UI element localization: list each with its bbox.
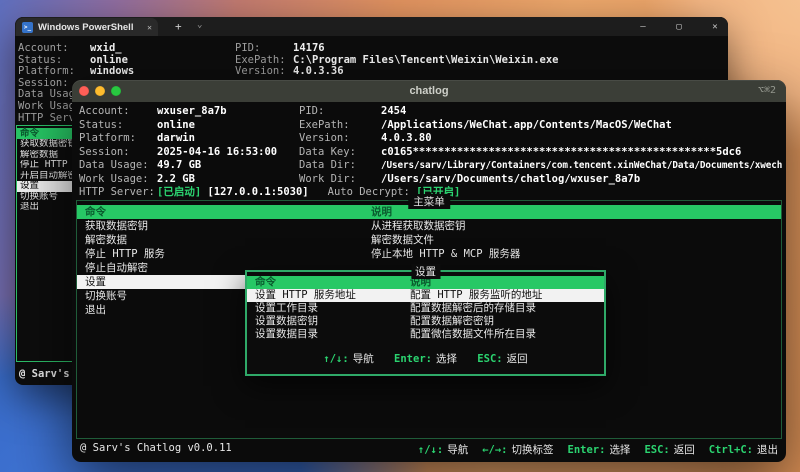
terminal-titlebar[interactable]: >_ Windows PowerShell ✕ + ⌄ — ▢ ✕ [15,17,728,36]
app-version-text: @ Sarv's Chatlog v0.0.11 [80,442,232,454]
window-title: chatlog [409,85,449,97]
http-started-badge: [已启动] [157,186,202,198]
main-menu-title: 主菜单 [408,194,450,209]
settings-dialog-title: 设置 [411,264,440,279]
chatlog-status-bar: @ Sarv's Chatlog v0.0.11 ↑/↓: 导航 ←/→: 切换标签… [80,442,778,457]
powershell-icon: >_ [22,21,33,33]
settings-row[interactable]: 设置数据密钥 配置数据解密密钥 [247,315,604,328]
dialog-key-hints: ↑/↓: 导航 Enter: 选择 ESC: 返回 [323,353,528,365]
settings-dialog: 设置 命令 说明 设置 HTTP 服务地址 配置 HTTP 服务监听的地址 设置工作… [245,264,606,376]
new-tab-button[interactable]: + [175,20,182,33]
tab-close-icon[interactable]: ✕ [147,23,152,32]
chatlog-session-info: Account: wxuser_8a7b PID: 2454 Status: onlin… [79,105,782,198]
desktop: >_ Windows PowerShell ✕ + ⌄ — ▢ ✕ Accoun… [0,0,800,472]
window-shortcut-badge: ⌥⌘2 [757,85,776,96]
menu-row[interactable]: 停止 HTTP 服务 停止本地 HTTP & MCP 服务器 [77,247,781,261]
minimize-button[interactable]: — [636,22,650,32]
settings-row-selected[interactable]: 设置 HTTP 服务地址 配置 HTTP 服务监听的地址 [247,289,604,302]
tab-windows-powershell[interactable]: >_ Windows PowerShell ✕ [16,18,158,36]
settings-row[interactable]: 设置工作目录 配置数据解密后的存储目录 [247,302,604,315]
menu-row[interactable]: 获取数据密钥 从进程获取数据密钥 [77,219,781,233]
status-key-hints: ↑/↓: 导航 ←/→: 切换标签 Enter: 选择 ESC: 返回 Ctrl+C: 退… [417,444,778,456]
close-button[interactable]: ✕ [708,22,722,32]
chatlog-window: chatlog ⌥⌘2 Account: wxuser_8a7b PID: 2454 … [72,80,786,462]
tab-title: Windows PowerShell [38,21,134,33]
menu-row[interactable]: 解密数据 解密数据文件 [77,233,781,247]
maximize-button[interactable]: ▢ [672,22,686,32]
chatlog-titlebar[interactable]: chatlog ⌥⌘2 [72,80,786,102]
settings-row[interactable]: 设置数据目录 配置微信数据文件所在目录 [247,328,604,341]
tab-dropdown-icon[interactable]: ⌄ [197,20,202,30]
